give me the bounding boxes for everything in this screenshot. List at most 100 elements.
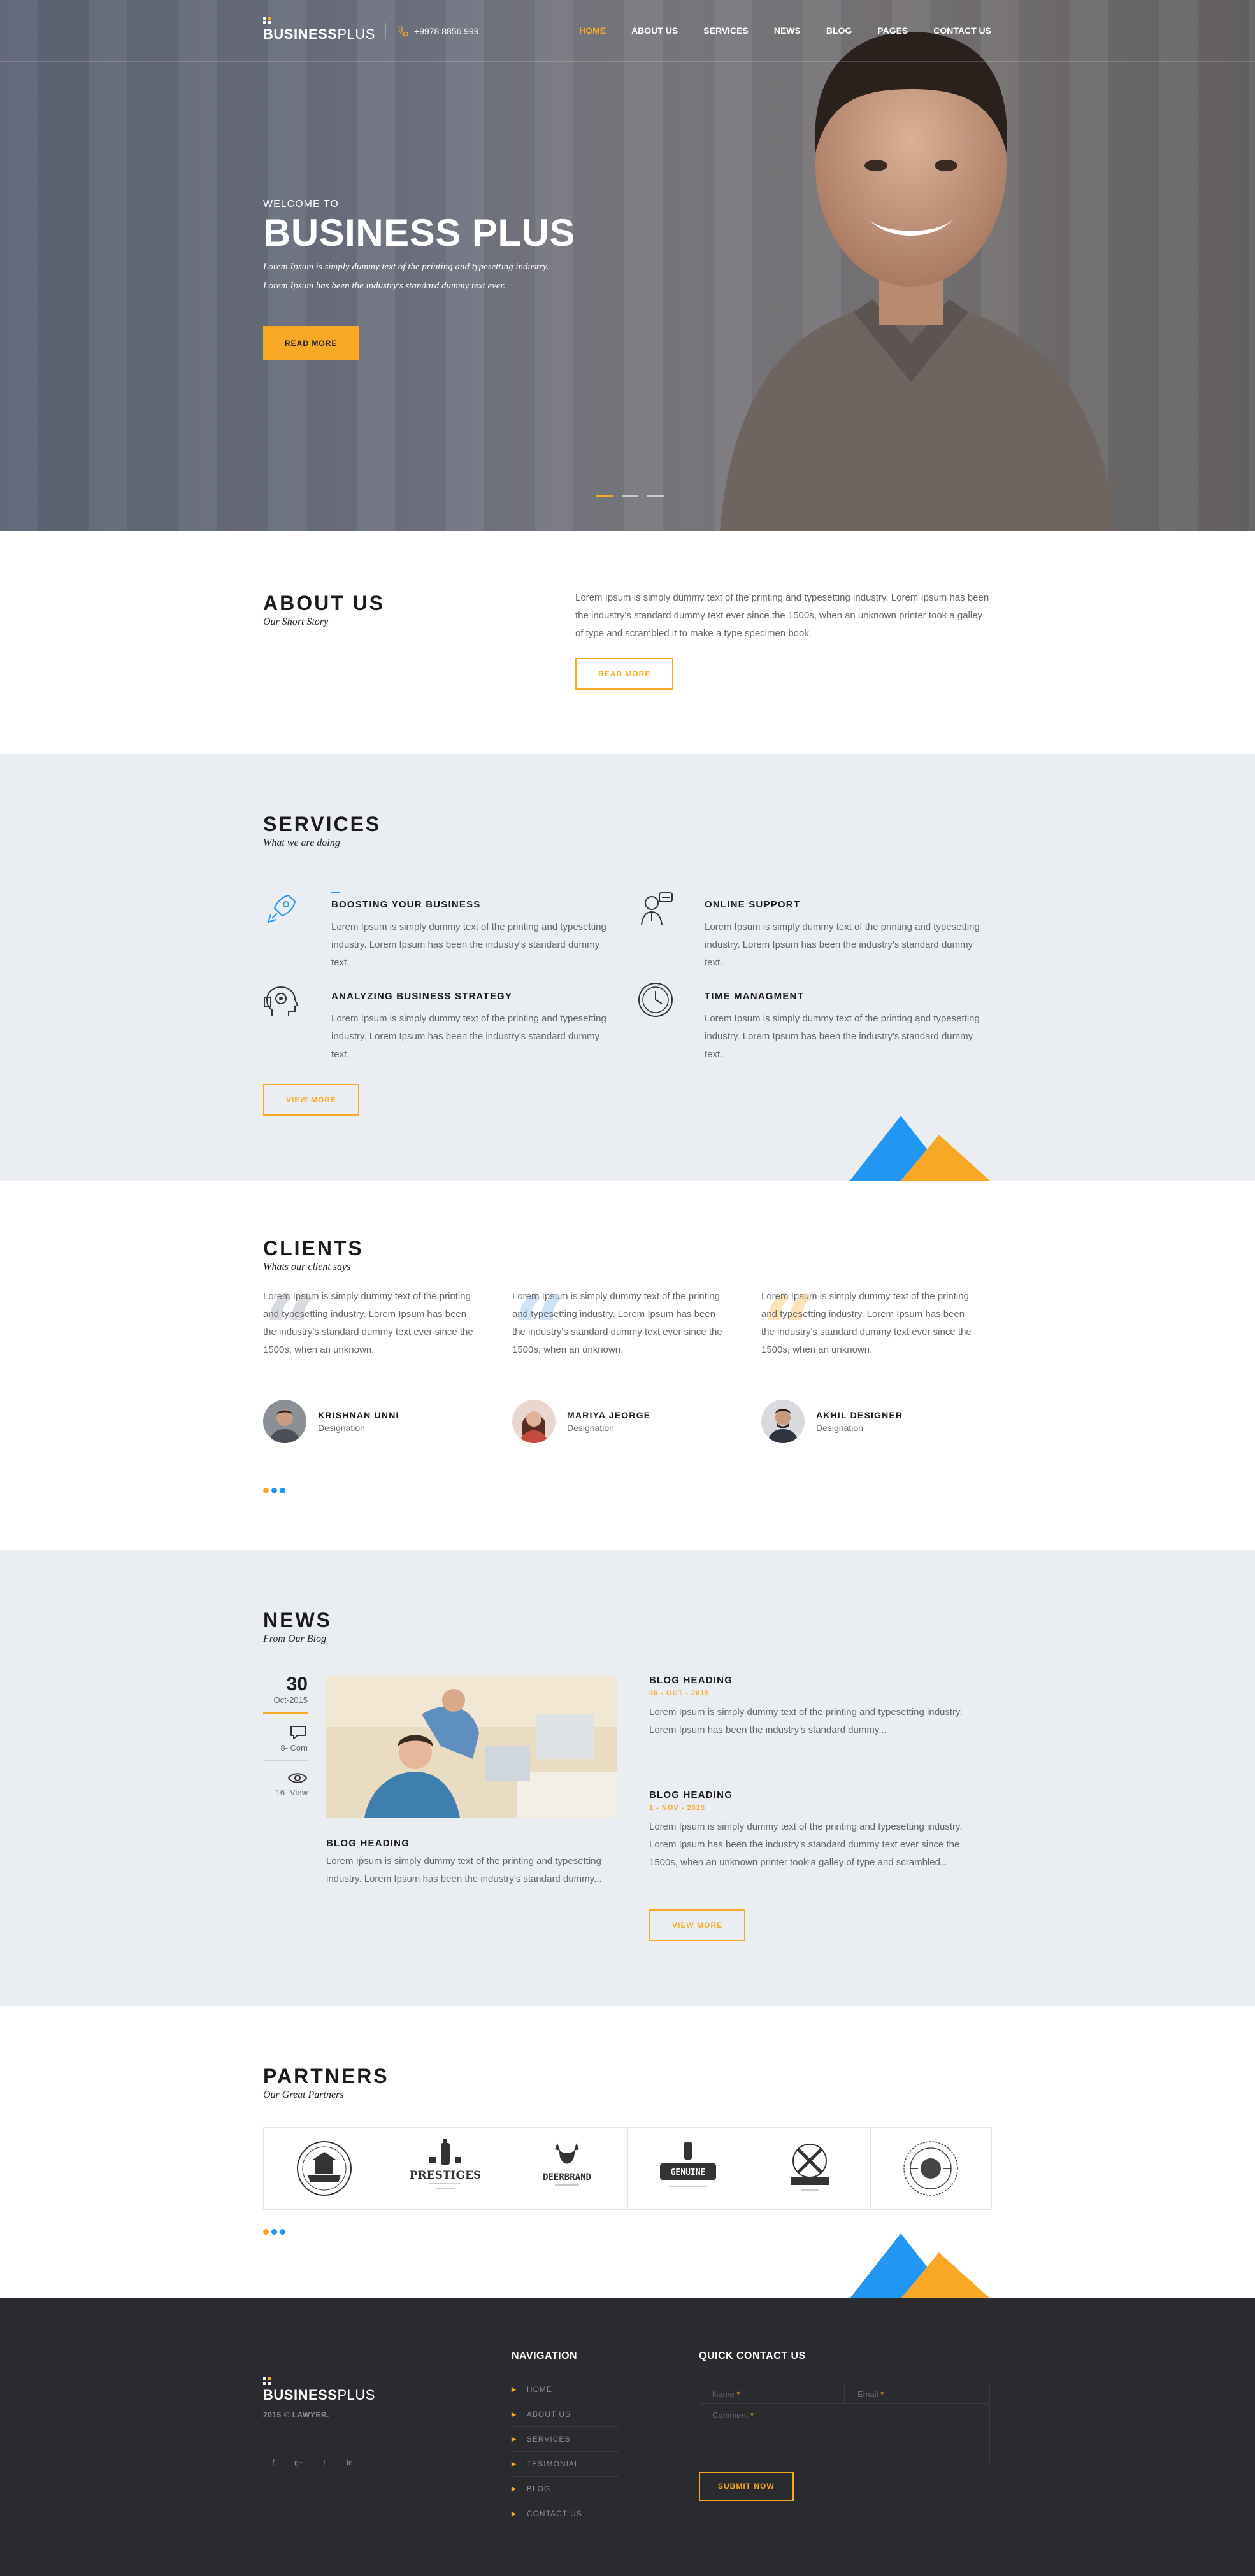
email-field[interactable]: Email * <box>845 2384 989 2403</box>
eye-icon <box>287 1773 308 1783</box>
comment-count[interactable]: 8- Com <box>263 1743 308 1753</box>
partner-logo[interactable]: DEERBRAND <box>506 2128 628 2209</box>
top-navigation-bar: BUSINESSPLUS +9978 8856 999 HOME ABOUT U… <box>0 0 1255 62</box>
carousel-dot[interactable] <box>263 1488 269 1493</box>
site-logo[interactable]: BUSINESSPLUS <box>263 17 375 43</box>
nav-contact-us[interactable]: CONTACT US <box>933 25 991 36</box>
decorative-triangles <box>850 1116 990 1181</box>
header-phone[interactable]: +9978 8856 999 <box>385 23 479 39</box>
slide-dot-3[interactable] <box>647 495 664 497</box>
site-footer: BUSINESSPLUS 2015 © LAWYER. f g+ t in NA… <box>0 2298 1255 2576</box>
avatar <box>512 1400 556 1443</box>
blog-featured-image[interactable] <box>326 1676 617 1818</box>
about-read-more-button[interactable]: READ MORE <box>575 658 674 690</box>
clock-icon <box>638 983 673 1017</box>
hero-person-image <box>720 32 1115 531</box>
blog-heading[interactable]: BLOG HEADING <box>326 1838 617 1849</box>
partner-logo[interactable] <box>264 2128 385 2209</box>
hero-read-more-button[interactable]: READ MORE <box>263 326 359 360</box>
footer-copyright: 2015 © LAWYER. <box>263 2410 329 2419</box>
nav-blog[interactable]: BLOG <box>826 25 852 36</box>
chevron-right-icon: ▶ <box>512 2460 517 2467</box>
blog-excerpt: Lorem Ipsum is simply dummy text of the … <box>649 1707 963 1735</box>
partner-logo-text: PRESTIGES <box>410 2169 480 2182</box>
partners-pagination <box>263 2229 285 2235</box>
submit-button[interactable]: SUBMIT NOW <box>699 2472 794 2501</box>
nav-home[interactable]: HOME <box>579 25 606 36</box>
google-plus-icon[interactable]: g+ <box>289 2452 309 2473</box>
footer-nav-item[interactable]: ▶ TESIMONIAL <box>512 2452 619 2477</box>
strategy-head-icon <box>264 986 299 1016</box>
nav-news[interactable]: NEWS <box>774 25 801 36</box>
slide-dot-2[interactable] <box>622 495 638 497</box>
partners-title: PARTNERS <box>263 2065 389 2088</box>
partners-subtitle: Our Great Partners <box>263 2089 344 2100</box>
phone-number: +9978 8856 999 <box>414 26 479 36</box>
name-field[interactable]: Name * <box>699 2384 845 2403</box>
blog-post-side: BLOG HEADING 1 - NOV - 2015 Lorem Ipsum … <box>649 1790 990 1872</box>
news-title: NEWS <box>263 1609 332 1632</box>
blog-date: 30 - OCT - 2015 <box>649 1690 710 1697</box>
avatar <box>761 1400 805 1443</box>
news-view-more-button[interactable]: VIEW MORE <box>649 1909 746 1941</box>
footer-logo[interactable]: BUSINESSPLUS <box>263 2377 375 2403</box>
view-count: 16- View <box>275 1788 308 1797</box>
blog-heading[interactable]: BLOG HEADING <box>649 1675 990 1686</box>
partner-logo-text: GENUINE <box>671 2168 706 2177</box>
partner-logo[interactable]: GENUINE <box>628 2128 749 2209</box>
carousel-dot[interactable] <box>271 1488 277 1493</box>
carousel-dot[interactable] <box>280 2229 285 2235</box>
services-view-more-button[interactable]: VIEW MORE <box>263 1084 360 1116</box>
testimonial-card: “ Lorem Ipsum is simply dummy text of th… <box>761 1283 972 1443</box>
footer-nav: ▶ HOME ▶ ABOUT US ▶ SERVICES ▶ TESIMONIAL ▶ B… <box>512 2377 619 2526</box>
brewery-badge-icon <box>296 2141 352 2196</box>
footer-nav-item[interactable]: ▶ CONTACT US <box>512 2501 619 2526</box>
avatar <box>263 1400 306 1443</box>
footer-nav-item[interactable]: ▶ SERVICES <box>512 2427 619 2452</box>
phone-icon <box>398 26 408 36</box>
clients-section: CLIENTS Whats our client says “ Lorem Ip… <box>0 1181 1255 1550</box>
clients-title: CLIENTS <box>263 1237 364 1260</box>
hero-slider: BUSINESSPLUS +9978 8856 999 HOME ABOUT U… <box>0 0 1255 531</box>
chevron-right-icon: ▶ <box>512 2510 517 2517</box>
chevron-right-icon: ▶ <box>512 2435 517 2442</box>
about-title: ABOUT US <box>263 592 385 615</box>
client-name: KRISHNAN UNNI <box>318 1410 399 1420</box>
facebook-icon[interactable]: f <box>263 2452 283 2473</box>
partner-logos-row: PRESTIGES DEERBRAND GENUINE <box>263 2127 992 2210</box>
blog-post-side: BLOG HEADING 30 - OCT - 2015 Lorem Ipsum… <box>649 1675 990 1739</box>
hero-content: WELCOME TO BUSINESS PLUS Lorem Ipsum is … <box>263 199 575 360</box>
partners-section: PARTNERS Our Great Partners PRESTIGES DE… <box>0 2006 1255 2298</box>
twitter-icon[interactable]: t <box>314 2452 334 2473</box>
footer-nav-item[interactable]: ▶ ABOUT US <box>512 2402 619 2427</box>
client-role: Designation <box>318 1423 365 1433</box>
nav-pages[interactable]: PAGES <box>877 25 908 36</box>
partner-logo[interactable]: PRESTIGES <box>385 2128 506 2209</box>
nav-services[interactable]: SERVICES <box>703 25 749 36</box>
linkedin-icon[interactable]: in <box>340 2452 360 2473</box>
nav-about-us[interactable]: ABOUT US <box>631 25 678 36</box>
logo-mark-icon <box>263 2377 271 2385</box>
carousel-dot[interactable] <box>263 2229 269 2235</box>
chevron-right-icon: ▶ <box>512 2386 517 2393</box>
footer-nav-item[interactable]: ▶ BLOG <box>512 2477 619 2501</box>
blog-heading[interactable]: BLOG HEADING <box>649 1790 990 1800</box>
carousel-dot[interactable] <box>271 2229 277 2235</box>
contact-form: Name * Email * Comment * SUBMIT NOW <box>699 2384 990 2501</box>
client-name: MARIYA JEORGE <box>567 1410 651 1420</box>
services-section: SERVICES What we are doing BOOSTING YOUR… <box>0 754 1255 1181</box>
partner-logo[interactable] <box>871 2128 992 2209</box>
testimonial-pagination <box>263 1488 285 1493</box>
carousel-dot[interactable] <box>280 1488 285 1493</box>
comment-field[interactable]: Comment * <box>699 2404 990 2465</box>
partner-logo[interactable] <box>749 2128 871 2209</box>
client-name: AKHIL DESIGNER <box>816 1410 903 1420</box>
windmill-badge-icon <box>790 2144 829 2191</box>
footer-nav-item[interactable]: ▶ HOME <box>512 2377 619 2402</box>
social-links: f g+ t in <box>263 2452 360 2473</box>
partner-logo-text: DEERBRAND <box>543 2172 591 2182</box>
about-text: Lorem Ipsum is simply dummy text of the … <box>575 592 989 639</box>
chevron-right-icon: ▶ <box>512 2410 517 2417</box>
main-nav: HOME ABOUT US SERVICES NEWS BLOG PAGES C… <box>579 25 991 36</box>
slide-dot-1[interactable] <box>596 495 613 497</box>
